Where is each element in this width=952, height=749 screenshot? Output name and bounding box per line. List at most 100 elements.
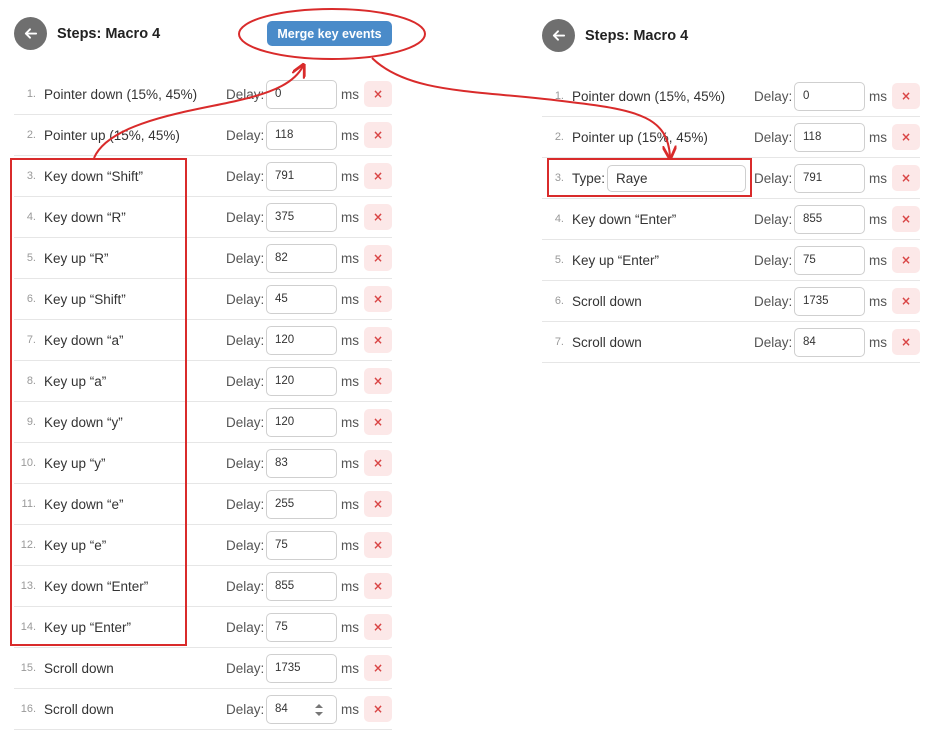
- step-number: 12.: [20, 539, 36, 551]
- close-icon: ×: [372, 374, 384, 388]
- remove-step-button[interactable]: ×: [364, 163, 392, 189]
- ms-unit-label: ms: [869, 88, 887, 104]
- delay-input[interactable]: [794, 286, 865, 316]
- number-spinner-icon[interactable]: [314, 702, 324, 718]
- close-icon: ×: [372, 702, 384, 716]
- delay-input[interactable]: [794, 204, 865, 234]
- step-label: Pointer up (15%, 45%): [44, 127, 180, 143]
- delay-input[interactable]: [266, 366, 337, 396]
- remove-step-button[interactable]: ×: [364, 655, 392, 681]
- delay-label: Delay:: [226, 86, 265, 102]
- step-label: Pointer down (15%, 45%): [44, 86, 198, 102]
- delay-input[interactable]: [794, 327, 865, 357]
- step-label: Key up “Enter”: [44, 619, 132, 635]
- remove-step-button[interactable]: ×: [364, 368, 392, 394]
- step-row: 7. Key down “a” Delay: ms ×: [14, 320, 392, 361]
- remove-step-button[interactable]: ×: [892, 329, 920, 355]
- delay-label: Delay:: [754, 88, 793, 104]
- delay-input[interactable]: [266, 202, 337, 232]
- arrow-left-icon: [24, 28, 38, 39]
- step-row: 1. Pointer down (15%, 45%) Delay: ms ×: [14, 74, 392, 115]
- delay-input[interactable]: [266, 284, 337, 314]
- delay-label: Delay:: [754, 334, 793, 350]
- panel-header: Steps: Macro 4: [542, 19, 688, 52]
- delay-input[interactable]: [794, 122, 865, 152]
- ms-unit-label: ms: [341, 414, 359, 430]
- remove-step-button[interactable]: ×: [364, 122, 392, 148]
- merge-key-events-button[interactable]: Merge key events: [267, 21, 392, 46]
- step-row: 13. Key down “Enter” Delay: ms ×: [14, 566, 392, 607]
- remove-step-button[interactable]: ×: [364, 614, 392, 640]
- delay-input[interactable]: [266, 407, 337, 437]
- steps-list: 1. Pointer down (15%, 45%) Delay: ms × 2. Poin…: [14, 74, 392, 730]
- remove-step-button[interactable]: ×: [364, 532, 392, 558]
- delay-label: Delay:: [226, 291, 265, 307]
- ms-unit-label: ms: [341, 619, 359, 635]
- remove-step-button[interactable]: ×: [892, 165, 920, 191]
- step-number: 4.: [554, 213, 564, 225]
- delay-label: Delay:: [226, 168, 265, 184]
- remove-step-button[interactable]: ×: [364, 327, 392, 353]
- delay-input[interactable]: [266, 571, 337, 601]
- remove-step-button[interactable]: ×: [892, 83, 920, 109]
- page-title: Steps: Macro 4: [585, 27, 689, 44]
- close-icon: ×: [372, 87, 384, 101]
- delay-input[interactable]: [266, 325, 337, 355]
- step-number: 9.: [26, 416, 36, 428]
- remove-step-button[interactable]: ×: [364, 81, 392, 107]
- remove-step-button[interactable]: ×: [364, 245, 392, 271]
- remove-step-button[interactable]: ×: [364, 204, 392, 230]
- step-number: 4.: [26, 211, 36, 223]
- step-number: 5.: [26, 252, 36, 264]
- step-label: Key down “y”: [44, 414, 123, 430]
- remove-step-button[interactable]: ×: [892, 206, 920, 232]
- delay-input[interactable]: [266, 694, 337, 724]
- delay-input[interactable]: [794, 245, 865, 275]
- delay-input[interactable]: [266, 243, 337, 273]
- step-number: 13.: [20, 580, 36, 592]
- delay-input[interactable]: [266, 79, 337, 109]
- step-number: 7.: [554, 336, 564, 348]
- ms-unit-label: ms: [341, 332, 359, 348]
- delay-input[interactable]: [266, 120, 337, 150]
- delay-input[interactable]: [266, 612, 337, 642]
- close-icon: ×: [372, 456, 384, 470]
- ms-unit-label: ms: [869, 252, 887, 268]
- delay-label: Delay:: [754, 170, 793, 186]
- delay-input[interactable]: [266, 653, 337, 683]
- delay-input[interactable]: [266, 530, 337, 560]
- remove-step-button[interactable]: ×: [892, 124, 920, 150]
- step-row: 15. Scroll down Delay: ms ×: [14, 648, 392, 689]
- remove-step-button[interactable]: ×: [364, 573, 392, 599]
- remove-step-button[interactable]: ×: [364, 450, 392, 476]
- step-number: 3.: [26, 170, 36, 182]
- delay-input[interactable]: [794, 163, 865, 193]
- step-label: Key down “a”: [44, 332, 124, 348]
- step-number: 2.: [26, 129, 36, 141]
- step-row: 8. Key up “a” Delay: ms ×: [14, 361, 392, 402]
- remove-step-button[interactable]: ×: [364, 491, 392, 517]
- step-label: Key down “Enter”: [44, 578, 149, 594]
- delay-input[interactable]: [266, 448, 337, 478]
- type-text-input[interactable]: [607, 164, 746, 192]
- delay-label: Delay:: [226, 660, 265, 676]
- remove-step-button[interactable]: ×: [364, 409, 392, 435]
- close-icon: ×: [372, 415, 384, 429]
- remove-step-button[interactable]: ×: [892, 288, 920, 314]
- step-label: Key up “e”: [44, 537, 107, 553]
- step-row: 2. Pointer up (15%, 45%) Delay: ms ×: [542, 117, 920, 158]
- delay-input[interactable]: [266, 161, 337, 191]
- step-row: 3. Key down “Shift” Delay: ms ×: [14, 156, 392, 197]
- delay-input[interactable]: [794, 81, 865, 111]
- back-button[interactable]: [542, 19, 575, 52]
- remove-step-button[interactable]: ×: [364, 696, 392, 722]
- ms-unit-label: ms: [341, 578, 359, 594]
- delay-label: Delay:: [226, 209, 265, 225]
- step-row: 16. Scroll down Delay: ms ×: [14, 689, 392, 730]
- remove-step-button[interactable]: ×: [892, 247, 920, 273]
- remove-step-button[interactable]: ×: [364, 286, 392, 312]
- delay-input[interactable]: [266, 489, 337, 519]
- back-button[interactable]: [14, 17, 47, 50]
- step-number: 3.: [554, 172, 564, 184]
- step-row: 4. Key down “R” Delay: ms ×: [14, 197, 392, 238]
